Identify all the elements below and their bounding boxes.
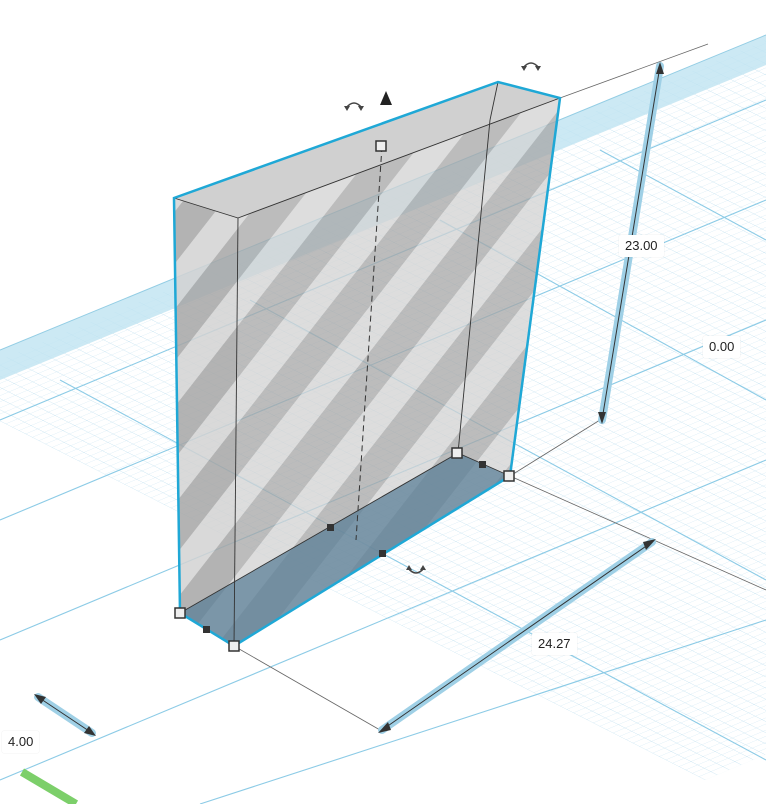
- edge-handle: [379, 550, 386, 557]
- corner-handle: [228, 640, 240, 652]
- edge-handle: [203, 626, 210, 633]
- corner-handle: [451, 447, 463, 459]
- height-value-label[interactable]: 23.00: [619, 235, 664, 257]
- rotate-arrow-icon[interactable]: [521, 62, 541, 71]
- 3d-viewport[interactable]: 23.00 0.00 24.27 4.00: [0, 0, 766, 808]
- corner-handle: [375, 140, 387, 152]
- corner-handle: [174, 607, 186, 619]
- rotate-arrow-icon[interactable]: [344, 102, 364, 111]
- y-axis-indicator: [19, 768, 79, 808]
- lift-cone-icon[interactable]: [380, 91, 392, 105]
- corner-handle: [503, 470, 515, 482]
- edge-handle: [327, 524, 334, 531]
- width-dimension: [34, 693, 96, 737]
- length-reference-line: [233, 645, 381, 731]
- edge-handle: [479, 461, 486, 468]
- length-value-label[interactable]: 24.27: [532, 633, 577, 655]
- width-value-label[interactable]: 4.00: [2, 731, 40, 753]
- elevation-value-label[interactable]: 0.00: [703, 336, 741, 358]
